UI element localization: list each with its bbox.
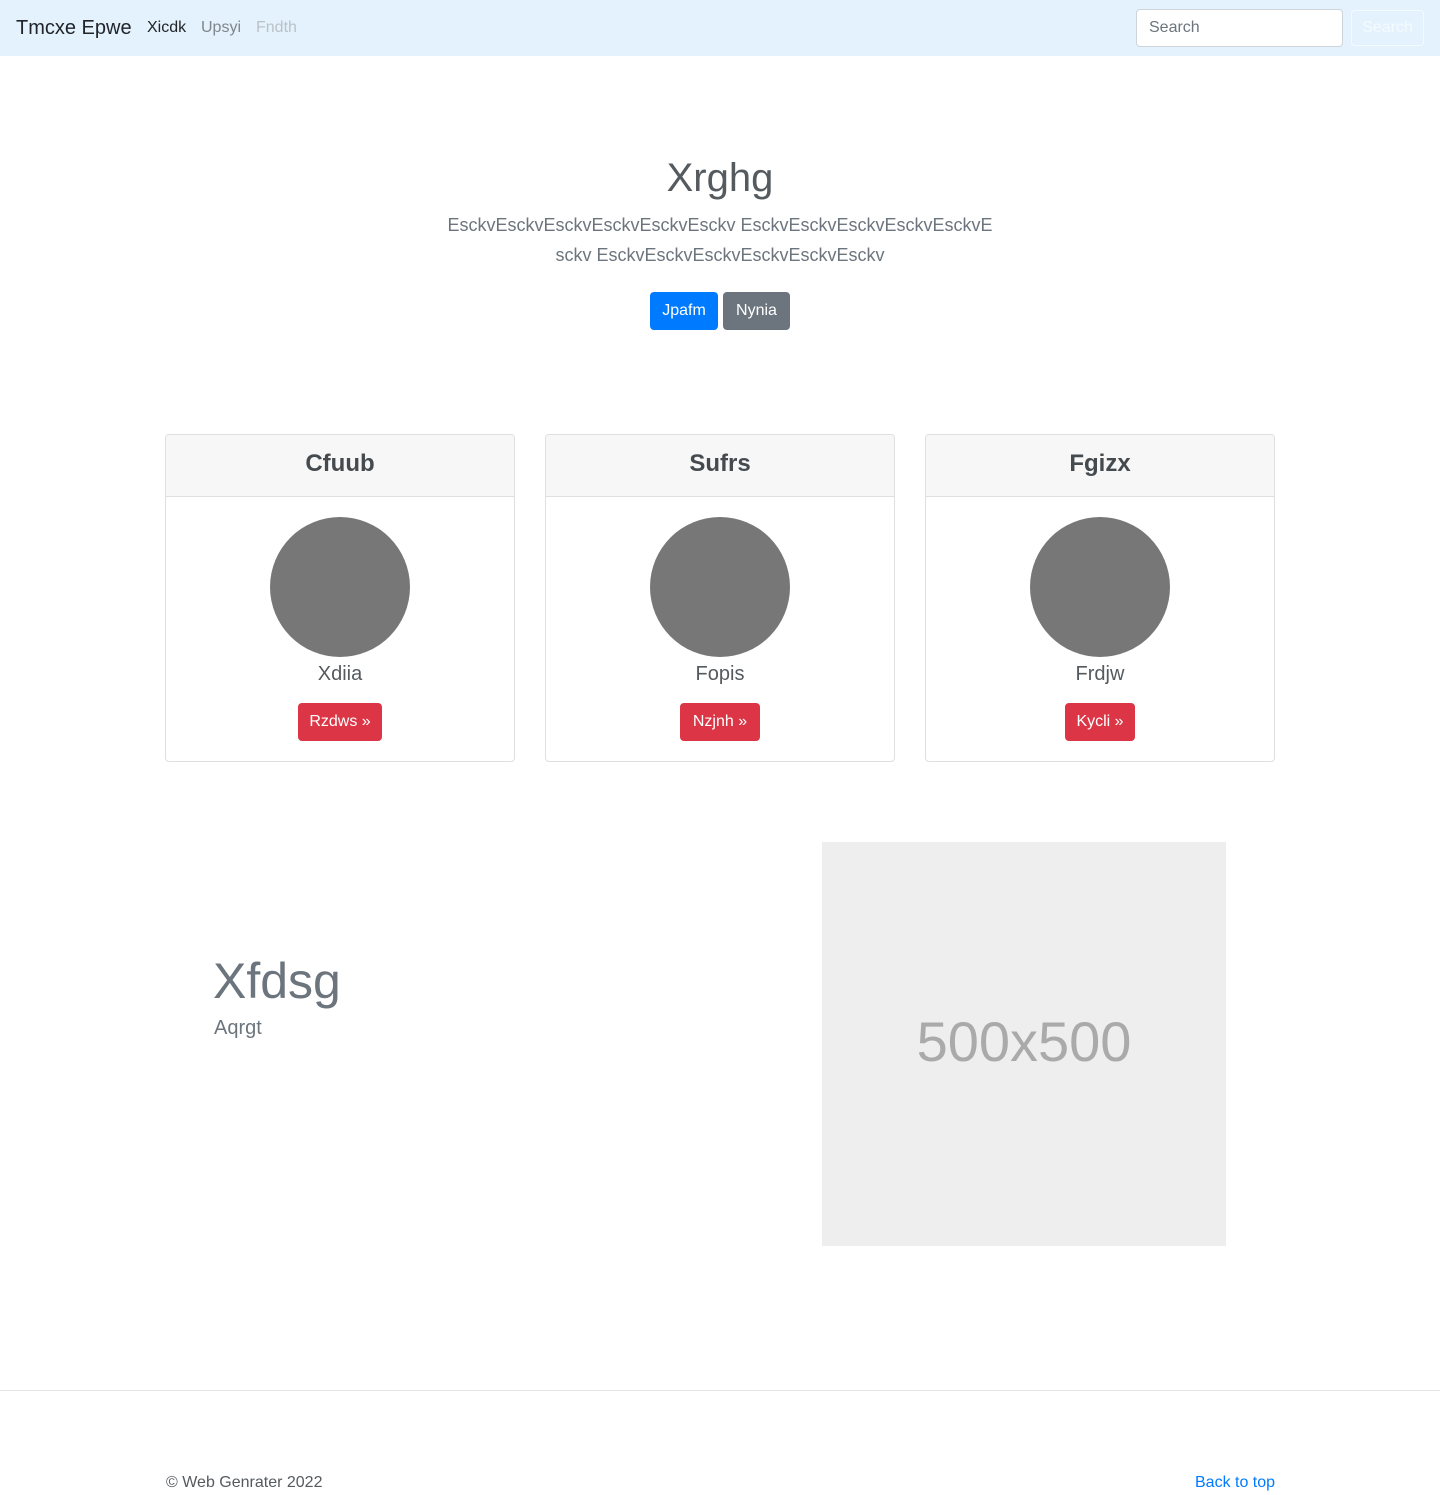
nav-link-xicdk[interactable]: Xicdk	[147, 18, 186, 38]
card-name: Frdjw	[1075, 663, 1125, 685]
card: Cfuub Xdiia Rzdws »	[165, 434, 515, 762]
avatar	[650, 517, 790, 657]
copyright-text: © Web Genrater 2022	[166, 1474, 323, 1491]
feature-heading: Xfdsg	[213, 953, 341, 1009]
avatar	[270, 517, 410, 657]
hero-lead: EsckvEsckvEsckvEsckvEsckvEsckv EsckvEsck…	[447, 215, 993, 265]
card-header: Sufrs	[546, 435, 894, 497]
card-button[interactable]: Nzjnh »	[680, 703, 760, 741]
card-button[interactable]: Kycli »	[1065, 703, 1135, 741]
card-header: Cfuub	[166, 435, 514, 497]
navbar: Tmcxe Epwe Xicdk Upsyi Fndth Search	[0, 0, 1440, 56]
card-button[interactable]: Rzdws »	[298, 703, 382, 741]
back-to-top-link[interactable]: Back to top	[1195, 1473, 1275, 1493]
placeholder-image: 500x500	[822, 842, 1226, 1246]
search-button[interactable]: Search	[1351, 10, 1424, 46]
hero-title: Xrghg	[666, 156, 774, 200]
card-header: Fgizx	[926, 435, 1274, 497]
placeholder-image-label: 500x500	[916, 1010, 1132, 1073]
nav-link-fndth[interactable]: Fndth	[256, 18, 297, 38]
nav-link-upsyi[interactable]: Upsyi	[201, 18, 241, 38]
card: Sufrs Fopis Nzjnh »	[545, 434, 895, 762]
card: Fgizx Frdjw Kycli »	[925, 434, 1275, 762]
feature-subheading: Aqrgt	[214, 1017, 262, 1039]
secondary-button[interactable]: Nynia	[723, 292, 790, 330]
primary-button[interactable]: Jpafm	[650, 292, 718, 330]
navbar-brand[interactable]: Tmcxe Epwe	[16, 16, 132, 40]
footer-divider	[0, 1390, 1440, 1391]
avatar	[1030, 517, 1170, 657]
card-name: Xdiia	[317, 663, 363, 685]
search-input[interactable]	[1136, 9, 1343, 47]
card-name: Fopis	[695, 663, 745, 685]
